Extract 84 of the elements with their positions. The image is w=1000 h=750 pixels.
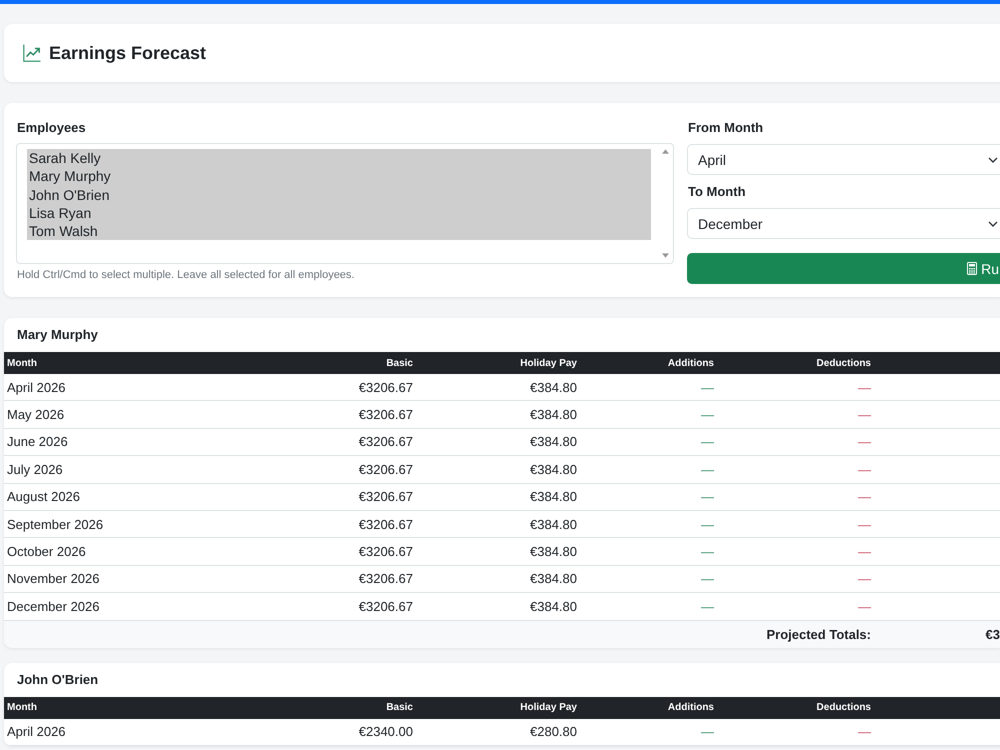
employee-name: John O'Brien (16, 670, 100, 689)
table-cell: €3206.67 (358, 544, 413, 560)
table-cell: €3206.67 (358, 407, 413, 422)
table-cell: — (701, 571, 714, 586)
table-cell: €384.80 (530, 434, 577, 450)
to-month-label: To Month (687, 183, 747, 200)
table-cell: €384.80 (530, 571, 577, 586)
table-cell: August 2026 (7, 489, 80, 504)
line-chart-icon (23, 44, 41, 62)
table-cell: — (701, 516, 714, 532)
table-cell: — (858, 544, 871, 560)
table-cell: October 2026 (7, 544, 86, 560)
employees-label: Employees (16, 119, 87, 136)
column-header: Holiday Pay (520, 702, 577, 714)
column-header: Basic (386, 702, 413, 714)
table-cell: — (858, 571, 871, 586)
to-month-select[interactable]: December (687, 208, 1000, 239)
column-header: Basic (386, 358, 413, 368)
table-cell: — (701, 434, 714, 450)
table-cell: — (701, 462, 714, 477)
chevron-down-icon (988, 220, 998, 226)
scroll-down-icon[interactable] (662, 253, 669, 258)
table-cell: €3206.67 (358, 434, 413, 450)
column-header: Month (7, 702, 37, 714)
employee-listbox[interactable]: Sarah Kelly Mary Murphy John O'Brien Lisa Ryan Tom Walsh (16, 143, 674, 264)
table-cell: €3206.67 (358, 571, 413, 586)
table-cell: €384.80 (530, 544, 577, 560)
employee-option[interactable]: Lisa Ryan (27, 204, 651, 222)
table-cell: — (701, 598, 714, 614)
table-cell: — (701, 489, 714, 504)
from-month-label: From Month (687, 119, 764, 136)
table-cell: — (858, 489, 871, 504)
employee-option[interactable]: Sarah Kelly (27, 149, 651, 168)
table-cell: April 2026 (7, 380, 66, 395)
column-header: Holiday Pay (520, 358, 577, 368)
column-header: Deductions (816, 358, 871, 368)
table-cell: €2340.00 (358, 724, 413, 740)
column-header: Month (7, 358, 37, 368)
table-cell: €3206.67 (358, 598, 413, 614)
table-cell: €384.80 (530, 598, 577, 614)
employee-option[interactable]: Tom Walsh (27, 222, 651, 240)
table-cell: €280.80 (530, 724, 577, 740)
table-cell: €384.80 (530, 489, 577, 504)
table-cell: — (701, 544, 714, 560)
calculator-icon (967, 262, 978, 275)
table-cell: €384.80 (530, 462, 577, 477)
table-cell: September 2026 (7, 516, 104, 532)
run-button[interactable]: Ru (687, 253, 1000, 284)
table-cell: — (701, 380, 714, 395)
table-cell: €3206.67 (358, 380, 413, 395)
column-header: Additions (668, 358, 714, 368)
table-cell: — (858, 598, 871, 614)
column-header: Additions (668, 702, 714, 714)
table-cell: €3206.67 (358, 516, 413, 532)
help-text: Hold Ctrl/Cmd to select multiple. Leave all selected for all employees. (16, 268, 356, 282)
table-cell: November 2026 (7, 571, 100, 586)
table-cell: December 2026 (7, 598, 100, 614)
employee-option[interactable]: John O'Brien (27, 186, 651, 204)
column-header: Deductions (816, 702, 871, 714)
table-cell: — (858, 407, 871, 422)
table-cell: April 2026 (7, 724, 66, 740)
page-title: Earnings Forecast (49, 42, 206, 64)
from-month-select[interactable]: April (687, 144, 1000, 175)
table-cell: — (701, 407, 714, 422)
totals-label: Projected Totals: (766, 626, 871, 642)
table-cell: €384.80 (530, 380, 577, 395)
table-cell: July 2026 (7, 462, 63, 477)
table-cell: — (701, 724, 714, 740)
table-cell: May 2026 (7, 407, 64, 422)
table-cell: — (858, 380, 871, 395)
scroll-up-icon[interactable] (662, 149, 669, 154)
employee-name: Mary Murphy (16, 326, 99, 344)
table-cell: June 2026 (7, 434, 68, 450)
total-value: €3 (986, 626, 1000, 642)
table-cell: €3206.67 (358, 462, 413, 477)
table-cell: — (858, 724, 871, 740)
table-cell: €384.80 (530, 407, 577, 422)
table-cell: — (858, 462, 871, 477)
table-cell: €384.80 (530, 516, 577, 532)
table-cell: — (858, 516, 871, 532)
table-cell: — (858, 434, 871, 450)
employee-option[interactable]: Mary Murphy (27, 167, 651, 186)
table-cell: €3206.67 (358, 489, 413, 504)
chevron-down-icon (988, 156, 998, 162)
